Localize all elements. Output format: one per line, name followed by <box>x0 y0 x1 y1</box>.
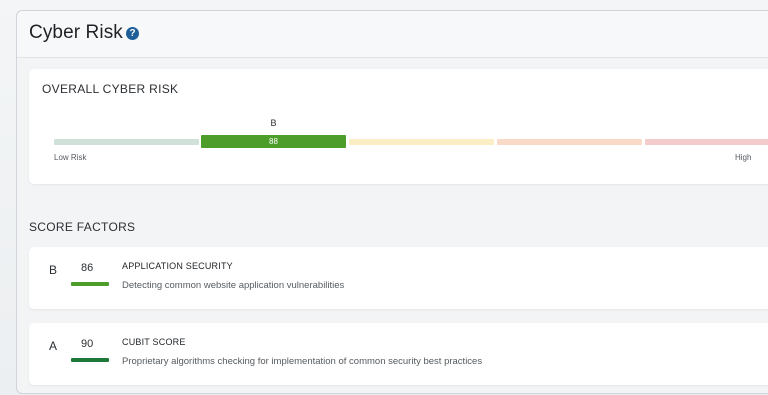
factor-grade: A <box>49 339 58 353</box>
panel-title: Cyber Risk <box>29 22 123 43</box>
low-risk-label: Low Risk <box>54 153 87 162</box>
risk-scale-segment-1 <box>54 139 199 145</box>
factor-name: APPLICATION SECURITY <box>122 261 233 271</box>
risk-scale-segment-3 <box>349 139 494 145</box>
cyber-risk-panel: Cyber Risk ? OVERALL CYBER RISK B 88 Low… <box>16 10 768 394</box>
factor-card-application-security[interactable]: B 86 APPLICATION SECURITY Detecting comm… <box>29 247 768 309</box>
factor-score-bar <box>71 358 109 362</box>
factor-grade: B <box>49 263 58 277</box>
factor-card-cubit-score[interactable]: A 90 CUBIT SCORE Proprietary algorithms … <box>29 323 768 385</box>
risk-scale-segment-4 <box>497 139 642 145</box>
risk-scale-segment-5 <box>645 139 768 145</box>
panel-header: Cyber Risk ? <box>17 11 768 58</box>
overall-risk-heading: OVERALL CYBER RISK <box>42 82 179 96</box>
factor-score: 86 <box>81 262 94 274</box>
factor-score-bar <box>71 282 109 286</box>
question-circle-icon[interactable]: ? <box>126 27 139 40</box>
risk-scale-segment-active: 88 <box>201 135 346 148</box>
overall-risk-card: OVERALL CYBER RISK B 88 Low Risk High <box>29 69 768 184</box>
score-factors-heading: SCORE FACTORS <box>29 220 136 234</box>
factor-description: Proprietary algorithms checking for impl… <box>122 356 483 367</box>
high-risk-label: High <box>735 153 752 162</box>
factor-score: 90 <box>81 338 94 350</box>
factor-description: Detecting common website application vul… <box>122 280 345 291</box>
overall-score: 88 <box>269 137 278 146</box>
overall-grade: B <box>270 118 277 128</box>
factor-name: CUBIT SCORE <box>122 337 186 347</box>
